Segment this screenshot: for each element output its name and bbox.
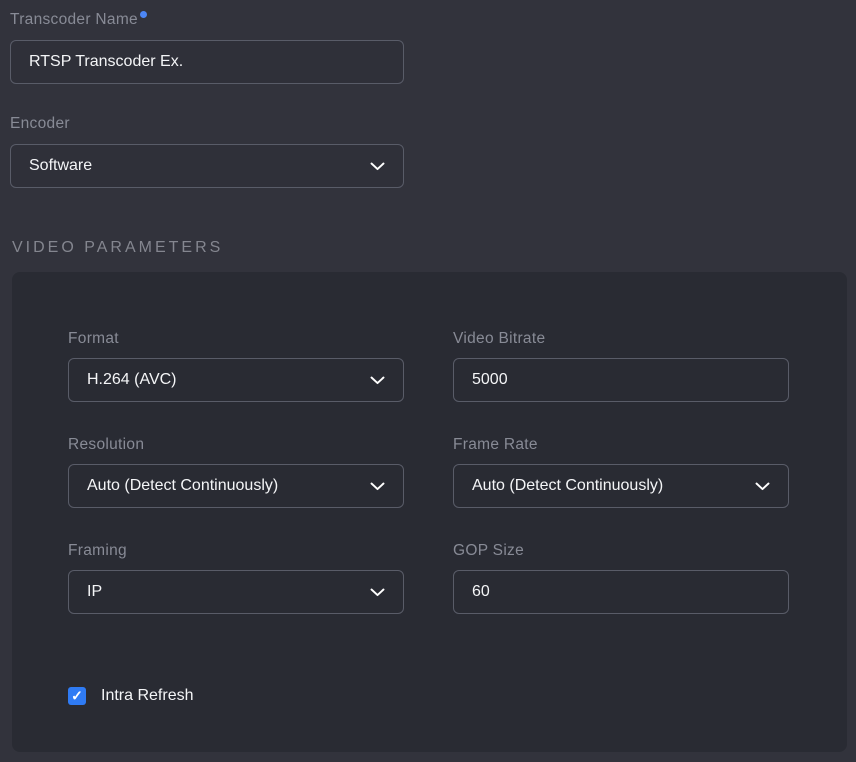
video-parameters-heading: VIDEO PARAMETERS — [12, 238, 856, 257]
resolution-field-group: Resolution Auto (Detect Continuously) — [68, 436, 404, 508]
resolution-select[interactable]: Auto (Detect Continuously) — [68, 464, 404, 508]
intra-refresh-label: Intra Refresh — [101, 687, 193, 705]
format-field-group: Format H.264 (AVC) — [68, 330, 404, 402]
frame-rate-selected-value: Auto (Detect Continuously) — [472, 477, 663, 495]
format-select[interactable]: H.264 (AVC) — [68, 358, 404, 402]
intra-refresh-checkbox-row[interactable]: ✓ Intra Refresh — [68, 687, 791, 705]
frame-rate-field-group: Frame Rate Auto (Detect Continuously) — [453, 436, 789, 508]
intra-refresh-checkbox[interactable]: ✓ — [68, 687, 86, 705]
transcoder-settings-page: Transcoder Name Encoder Software VIDEO P… — [0, 0, 856, 762]
framing-select[interactable]: IP — [68, 570, 404, 614]
required-indicator-dot — [140, 11, 147, 18]
encoder-select[interactable]: Software — [10, 144, 404, 188]
framing-field-group: Framing IP — [68, 542, 404, 614]
resolution-selected-value: Auto (Detect Continuously) — [87, 477, 278, 495]
encoder-field-group: Encoder Software — [10, 115, 856, 188]
framing-label: Framing — [68, 542, 127, 560]
video-parameters-grid: Format H.264 (AVC) Video Bitrate Resolut… — [68, 330, 791, 614]
video-bitrate-input[interactable] — [453, 358, 789, 402]
chevron-down-icon — [370, 588, 385, 597]
frame-rate-select[interactable]: Auto (Detect Continuously) — [453, 464, 789, 508]
framing-selected-value: IP — [87, 583, 102, 601]
chevron-down-icon — [370, 162, 385, 171]
transcoder-name-label-row: Transcoder Name — [10, 11, 856, 40]
encoder-selected-value: Software — [29, 157, 92, 175]
video-bitrate-label: Video Bitrate — [453, 330, 545, 348]
resolution-label: Resolution — [68, 436, 144, 454]
chevron-down-icon — [370, 376, 385, 385]
checkmark-icon: ✓ — [71, 689, 83, 703]
format-label: Format — [68, 330, 119, 348]
transcoder-name-label: Transcoder Name — [10, 11, 138, 29]
top-form-section: Transcoder Name Encoder Software — [0, 11, 856, 188]
chevron-down-icon — [370, 482, 385, 491]
frame-rate-label: Frame Rate — [453, 436, 538, 454]
video-bitrate-field-group: Video Bitrate — [453, 330, 789, 402]
transcoder-name-input[interactable] — [10, 40, 404, 84]
video-parameters-panel: Format H.264 (AVC) Video Bitrate Resolut… — [12, 272, 847, 752]
gop-size-field-group: GOP Size — [453, 542, 789, 614]
transcoder-name-field-group: Transcoder Name — [10, 11, 856, 84]
encoder-label: Encoder — [10, 115, 70, 133]
chevron-down-icon — [755, 482, 770, 491]
format-selected-value: H.264 (AVC) — [87, 371, 177, 389]
gop-size-label: GOP Size — [453, 542, 524, 560]
gop-size-input[interactable] — [453, 570, 789, 614]
